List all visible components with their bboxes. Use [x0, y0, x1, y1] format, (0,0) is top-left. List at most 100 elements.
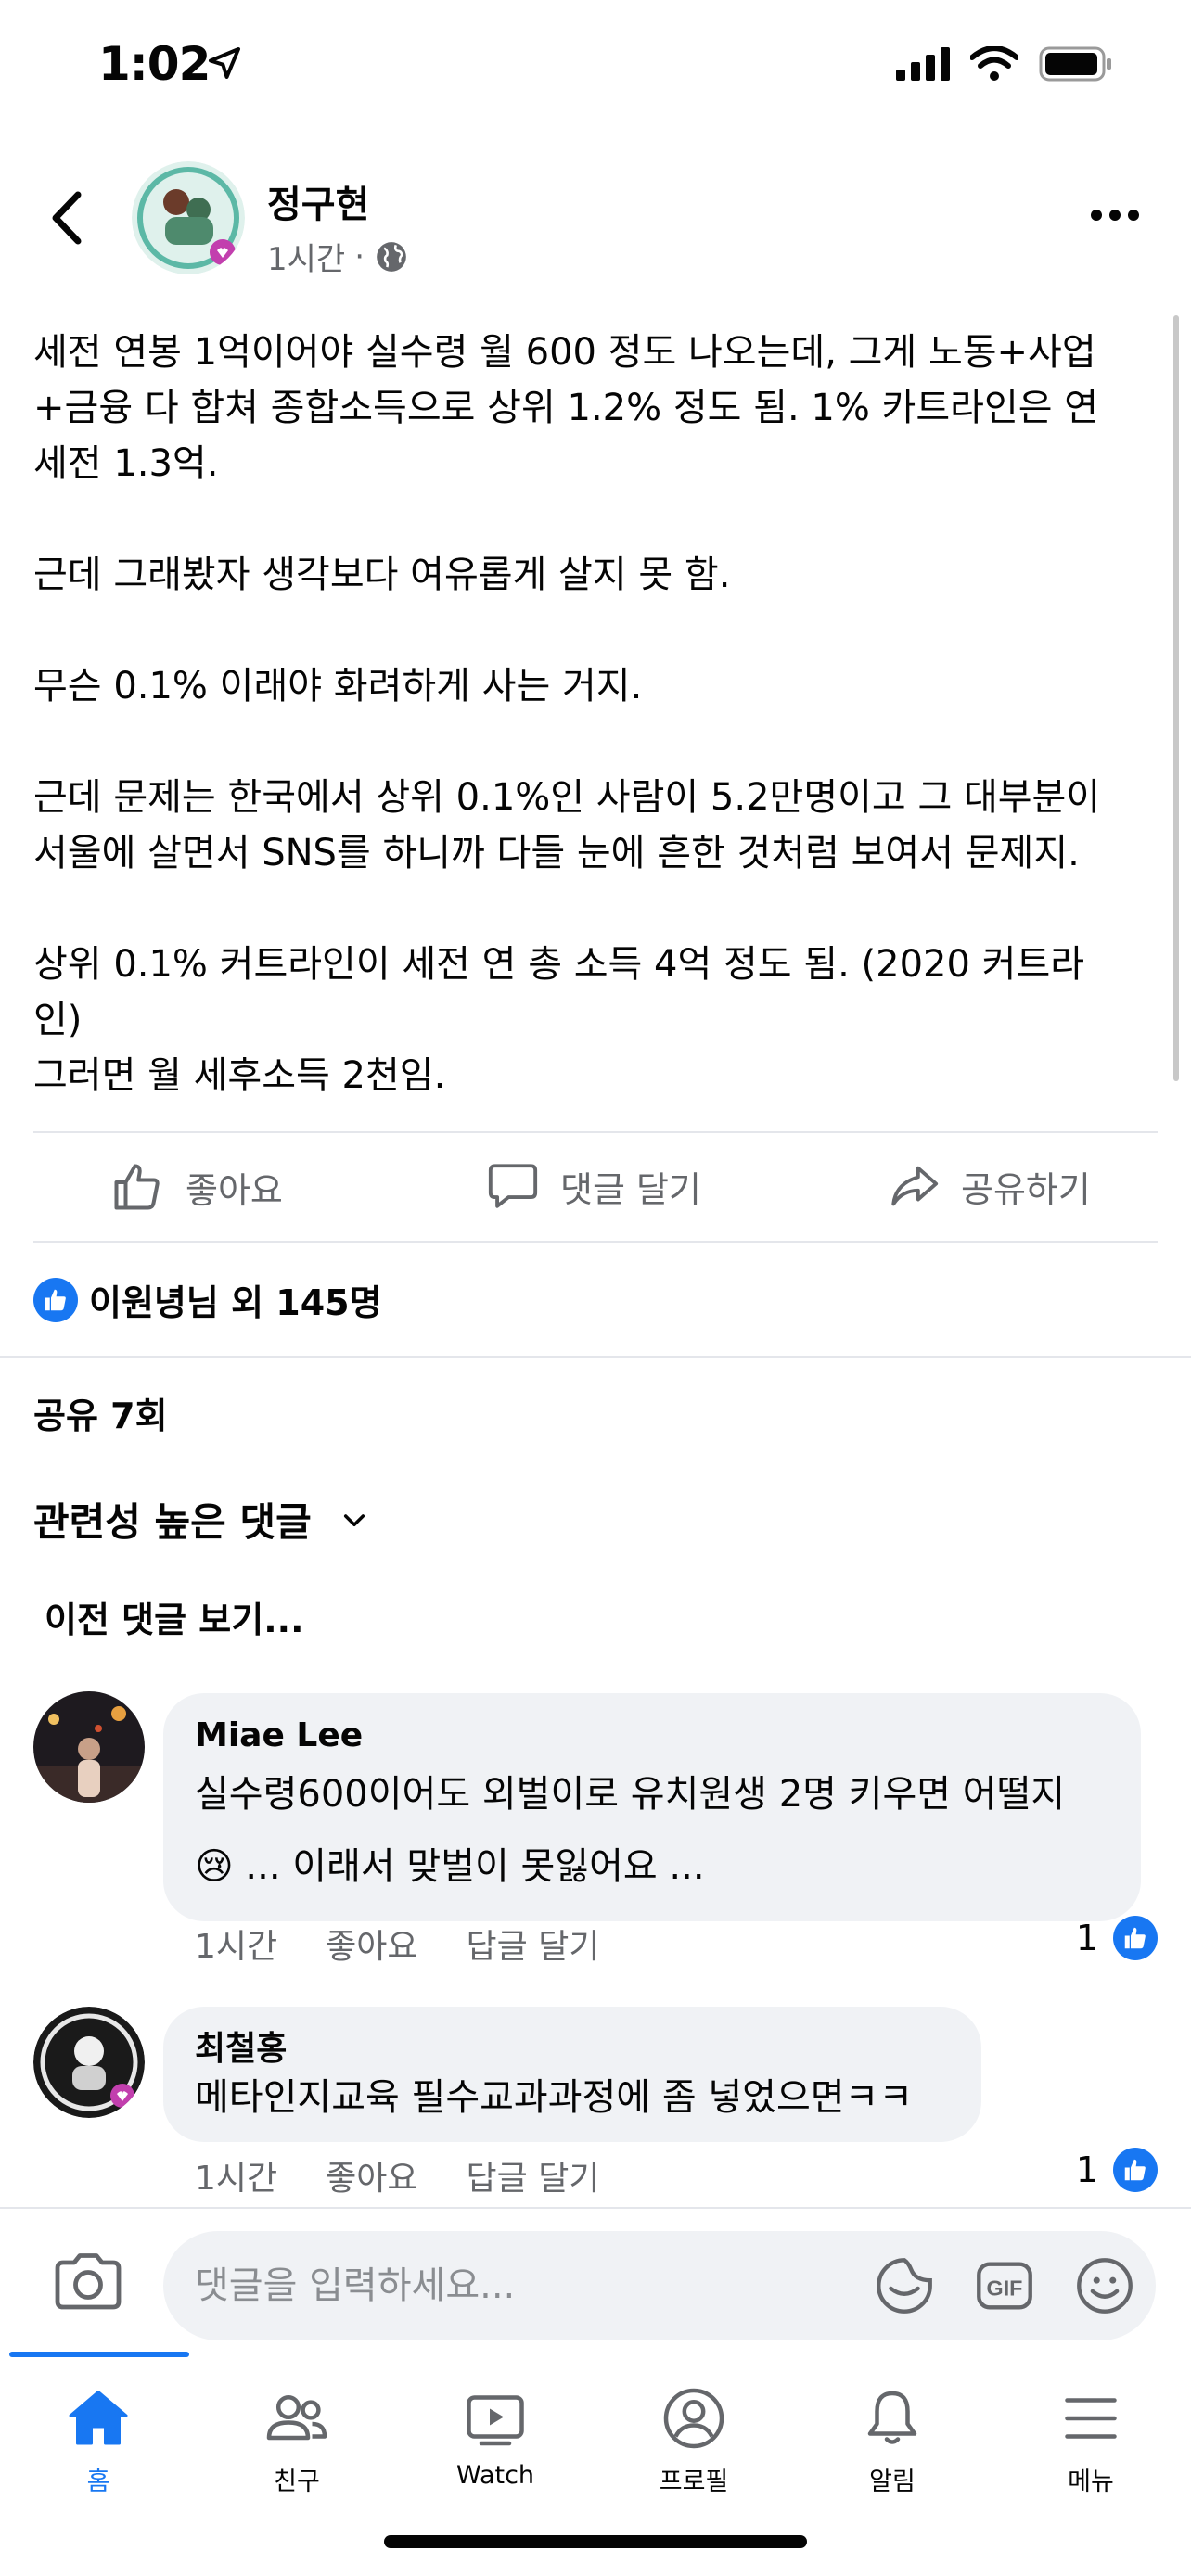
divider — [33, 1241, 1158, 1243]
comment-time: 1시간 — [195, 2160, 278, 2198]
globe-icon — [377, 241, 406, 272]
crying-face-emoji: 😢 — [195, 1845, 234, 1888]
like-count: 1 — [1075, 1918, 1098, 1958]
reactions-summary[interactable]: 이원녕님 외 145명 — [33, 1274, 382, 1325]
camera-icon[interactable] — [52, 2251, 124, 2313]
post-line: 세전 1.3억. — [33, 442, 219, 485]
post-line: 그러면 월 세후소득 2천임. — [33, 1054, 446, 1097]
commenter-name[interactable]: Miae Lee — [195, 1714, 1109, 1758]
share-count[interactable]: 공유 7회 — [33, 1387, 168, 1438]
sticker-icon[interactable] — [872, 2253, 937, 2318]
nav-watch[interactable]: Watch — [412, 2385, 579, 2490]
home-icon — [69, 2391, 128, 2445]
share-label: 공유하기 — [961, 1168, 1091, 1210]
nav-profile[interactable]: 프로필 — [610, 2385, 777, 2497]
menu-icon — [1065, 2398, 1117, 2439]
comment-like-link[interactable]: 좋아요 — [326, 1919, 417, 1968]
like-button[interactable]: 좋아요 — [109, 1159, 283, 1215]
like-reaction-icon — [1113, 2148, 1158, 2192]
meta-separator: · — [354, 237, 365, 275]
comment-label: 댓글 달기 — [560, 1168, 701, 1210]
post-actions: 좋아요 댓글 달기 공유하기 — [0, 1133, 1191, 1244]
comment-bubble-icon — [488, 1164, 538, 1208]
scrollbar[interactable] — [1173, 315, 1179, 1081]
friends-icon — [266, 2394, 327, 2441]
nav-label: 메뉴 — [1068, 2468, 1114, 2496]
share-button[interactable]: 공유하기 — [887, 1159, 1091, 1213]
status-time: 1:02 — [98, 37, 211, 91]
commenter-avatar[interactable] — [33, 2007, 145, 2118]
post-line — [33, 603, 1146, 658]
nav-label: 친구 — [274, 2468, 320, 2496]
composer-icons: GIF — [872, 2253, 1137, 2318]
comment-like-link[interactable]: 좋아요 — [326, 2151, 417, 2200]
battery-icon — [1039, 46, 1111, 82]
post-line: 상위 0.1% 커트라인이 세전 연 총 소득 4억 정도 됨. (2020 커… — [33, 943, 1085, 986]
post-line: +금융 다 합쳐 종합소득으로 상위 1.2% 정도 됨. 1% 카트라인은 연 — [33, 387, 1099, 429]
post-line — [33, 714, 1146, 770]
author-name[interactable]: 정구현 — [267, 174, 369, 228]
post-line: 무슨 0.1% 이래야 화려하게 사는 거지. — [33, 665, 643, 708]
comment-bubble[interactable]: 최철홍 메타인지교육 필수교과과정에 좀 넣었으면ㅋㅋ — [163, 2007, 981, 2142]
post-meta: 1시간 · — [267, 234, 409, 279]
commenter-name[interactable]: 최철홍 — [195, 2027, 950, 2072]
post-line: 세전 연봉 1억이어야 실수령 월 600 정도 나오는데, 그게 노동+사업 — [33, 331, 1096, 374]
gif-icon[interactable]: GIF — [972, 2253, 1037, 2318]
gif-label: GIF — [987, 2276, 1023, 2301]
thumbs-up-icon — [114, 1164, 160, 1210]
nav-label: 프로필 — [659, 2468, 729, 2496]
like-reaction-icon — [33, 1277, 78, 1322]
post-body: 세전 연봉 1억이어야 실수령 월 600 정도 나오는데, 그게 노동+사업 … — [33, 325, 1146, 1103]
post-line: 서울에 살면서 SNS를 하니까 다들 눈에 흔한 것처럼 보여서 문제지. — [33, 832, 1080, 874]
status-bar: 1:02 — [0, 0, 1191, 139]
comment-bubble[interactable]: Miae Lee 실수령600이어도 외벌이로 유치원생 2명 키우면 어떨지 … — [163, 1693, 1141, 1921]
author-avatar[interactable] — [132, 161, 245, 274]
active-tab-indicator — [9, 2352, 189, 2357]
cellular-signal-icon — [896, 47, 950, 81]
like-reaction-icon — [1113, 1916, 1158, 1960]
comment-meta: 1시간 좋아요 답글 달기 — [195, 2151, 599, 2200]
chevron-down-icon — [343, 1513, 365, 1526]
comment-sort-dropdown[interactable]: 관련성 높은 댓글 — [33, 1491, 369, 1548]
location-arrow-icon — [209, 47, 240, 79]
dot-icon — [1091, 210, 1102, 221]
more-options-button[interactable] — [1091, 210, 1139, 221]
post-line — [33, 881, 1146, 937]
wifi-icon — [970, 46, 1018, 81]
like-label: 좋아요 — [186, 1169, 283, 1211]
post-time[interactable]: 1시간 — [267, 234, 345, 279]
comment-like-count[interactable]: 1 — [1076, 2148, 1158, 2192]
nav-friends[interactable]: 친구 — [213, 2385, 380, 2497]
nav-menu[interactable]: 메뉴 — [1007, 2385, 1174, 2497]
comment-time: 1시간 — [195, 1928, 278, 1966]
like-count: 1 — [1075, 2149, 1098, 2190]
comment-reply-link[interactable]: 답글 달기 — [467, 1919, 600, 1968]
home-indicator[interactable] — [384, 2535, 807, 2548]
section-divider — [0, 1356, 1191, 1358]
comment-reply-link[interactable]: 답글 달기 — [467, 2151, 600, 2200]
post-line: 인) — [33, 999, 83, 1041]
post-line: 근데 문제는 한국에서 상위 0.1%인 사람이 5.2만명이고 그 대부분이 — [33, 776, 1101, 819]
view-previous-comments[interactable]: 이전 댓글 보기... — [45, 1591, 304, 1642]
comment-line: 😢 ... 이래서 맞벌이 못잃어요 ... — [195, 1830, 1109, 1903]
nav-label: 홈 — [86, 2468, 110, 2496]
dot-icon — [1128, 210, 1139, 221]
comment-text: 메타인지교육 필수교과과정에 좀 넣었으면ㅋㅋ — [195, 2076, 914, 2119]
profile-icon — [663, 2388, 724, 2449]
commenter-avatar[interactable] — [33, 1691, 145, 1803]
sort-label: 관련성 높은 댓글 — [33, 1499, 312, 1545]
comment-like-count[interactable]: 1 — [1076, 1916, 1158, 1960]
emoji-icon[interactable] — [1072, 2253, 1137, 2318]
nav-notifications[interactable]: 알림 — [809, 2385, 976, 2497]
bell-icon — [867, 2391, 917, 2444]
back-chevron-icon[interactable] — [45, 185, 89, 250]
dot-icon — [1109, 210, 1121, 221]
comment-line-text: ... 이래서 맞벌이 못잃어요 ... — [245, 1845, 705, 1888]
nav-label: 알림 — [869, 2468, 916, 2496]
comment-meta: 1시간 좋아요 답글 달기 — [195, 1919, 599, 1968]
watch-icon — [467, 2395, 524, 2446]
comment-button[interactable]: 댓글 달기 — [486, 1159, 701, 1213]
nav-home[interactable]: 홈 — [15, 2385, 182, 2497]
nav-label: Watch — [455, 2461, 535, 2490]
comment-line: 실수령600이어도 외벌이로 유치원생 2명 키우면 어떨지 — [195, 1773, 1066, 1816]
